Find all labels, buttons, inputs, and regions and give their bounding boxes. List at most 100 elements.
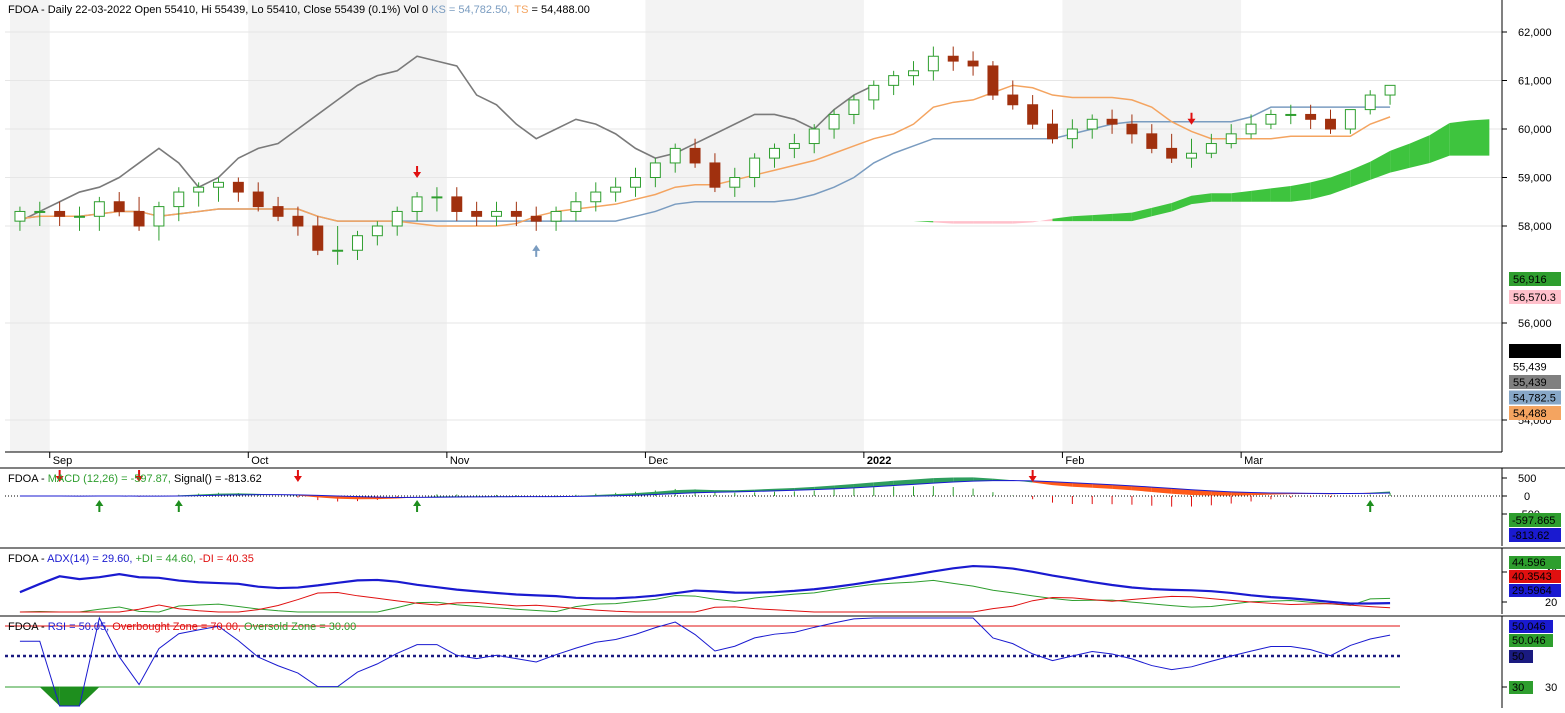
candle-body [174,192,184,207]
candle-body [1008,95,1018,105]
candle-body [869,85,879,100]
candle-body [750,158,760,177]
candle-body [611,187,621,192]
candle-body [650,163,660,178]
cloud-segment [1271,186,1291,202]
candle-body [134,211,144,226]
adx-header: FDOA - ADX(14) = 29.60, +DI = 44.60, -DI… [8,553,254,565]
candle-body [432,197,442,198]
chart-window: FDOA - Daily 22-03-2022 Open 55410, Hi 5… [0,0,1565,708]
candle-body [233,182,243,192]
candle-body [333,250,343,251]
cloud-segment [993,221,1013,223]
price-value-tags: 56,916 56,570.3 55,439 55,439 55,439 54,782.5… [1509,272,1561,420]
cloud-segment [953,221,973,223]
y-tick-label: 61,000 [1518,76,1552,88]
candle-body [1246,124,1256,134]
candle-body [114,202,124,212]
candle-body [313,226,323,250]
candle-body [253,192,263,207]
value-tag-text: 40.3543 [1512,571,1552,583]
candle-body [809,129,819,144]
candle-body [214,182,224,187]
value-tag-text: 55,439 [1513,346,1547,358]
value-tag-text: 55,439 [1513,362,1547,374]
value-tag-text: 56,916 [1513,274,1547,286]
x-tick-label: Dec [648,455,668,467]
candle-body [472,211,482,216]
candle-body [889,76,899,86]
cloud-segment [1450,121,1470,156]
candle-body [273,207,283,217]
candle-body [1048,124,1058,139]
candle-body [1326,119,1336,129]
rsi-panel[interactable]: FDOA - RSI = 50.05, Overbought Zone = 70… [0,616,1565,708]
candle-body [1286,114,1296,115]
value-tag-text: 50.046 [1512,635,1546,647]
candle-body [670,148,680,163]
candle-body [1028,105,1038,124]
cloud-segment [1470,119,1490,155]
x-tick-label: Sep [53,455,73,467]
value-tag-text: 54,488 [1513,408,1547,420]
candle-body [1067,129,1077,139]
value-tag-text: 50.046 [1512,621,1546,633]
macd-value-tags: -597.865-813.62 [1509,513,1561,542]
macd-panel[interactable]: FDOA - MACD (12,26) = -597.87, Signal() … [0,468,1565,546]
x-tick-label: Oct [251,455,268,467]
y-tick-label: 500 [1518,473,1536,485]
candle-body [551,211,561,221]
candle-body [353,236,363,251]
value-tag-text: 54,782.5 [1513,393,1556,405]
candle-body [94,202,104,217]
candle-body [770,148,780,158]
y-tick-label: 30 [1545,682,1557,694]
y-tick-label: 56,000 [1518,318,1552,330]
candle-body [1306,114,1316,119]
candle [988,61,998,100]
candle-body [511,211,521,216]
candle-body [15,211,25,221]
value-tag-text: 56,570.3 [1513,292,1556,304]
candle-body [1147,134,1157,149]
candle-body [531,216,541,221]
value-tag-text: 44.596 [1512,557,1546,569]
macd-header: FDOA - MACD (12,26) = -597.87, Signal() … [8,473,262,485]
candle-body [789,144,799,149]
rsi-header: FDOA - RSI = 50.05, Overbought Zone = 70… [8,621,356,633]
cloud-segment [973,221,993,223]
candle-body [690,148,700,163]
cloud-segment [1092,214,1112,221]
candle-body [591,192,601,202]
value-tag-text: -813.62 [1512,530,1549,542]
candle-body [293,216,303,226]
candle-body [928,56,938,71]
candle-body [55,211,65,216]
candle-body [909,71,919,76]
candle-body [1206,144,1216,154]
candle-body [968,61,978,66]
candle-body [1187,153,1197,158]
candle-body [631,178,641,188]
x-tick-label: Nov [450,455,470,467]
x-tick-label: Mar [1244,455,1263,467]
price-header: FDOA - Daily 22-03-2022 Open 55410, Hi 5… [8,4,590,16]
candle-body [412,197,422,212]
adx-panel[interactable]: FDOA - ADX(14) = 29.60, +DI = 44.60, -DI… [0,548,1565,614]
chart-canvas[interactable]: FDOA - Daily 22-03-2022 Open 55410, Hi 5… [0,0,1565,708]
candle-body [452,197,462,212]
candle-body [988,66,998,95]
price-x-labels: SepOctNovDec2022FebMar [50,452,1264,467]
value-tag-text: 55,439 [1513,377,1547,389]
candle-body [1167,148,1177,158]
value-tag-text: 30 [1512,682,1524,694]
value-tag-text: 50 [1512,651,1524,663]
candle-body [372,226,382,236]
y-tick-label: 20 [1545,597,1557,609]
candle-body [849,100,859,115]
y-tick-label: 60,000 [1518,124,1552,136]
candle-body [1107,119,1117,124]
candle-body [571,202,581,212]
candle-body [710,163,720,187]
candle-body [154,207,164,226]
